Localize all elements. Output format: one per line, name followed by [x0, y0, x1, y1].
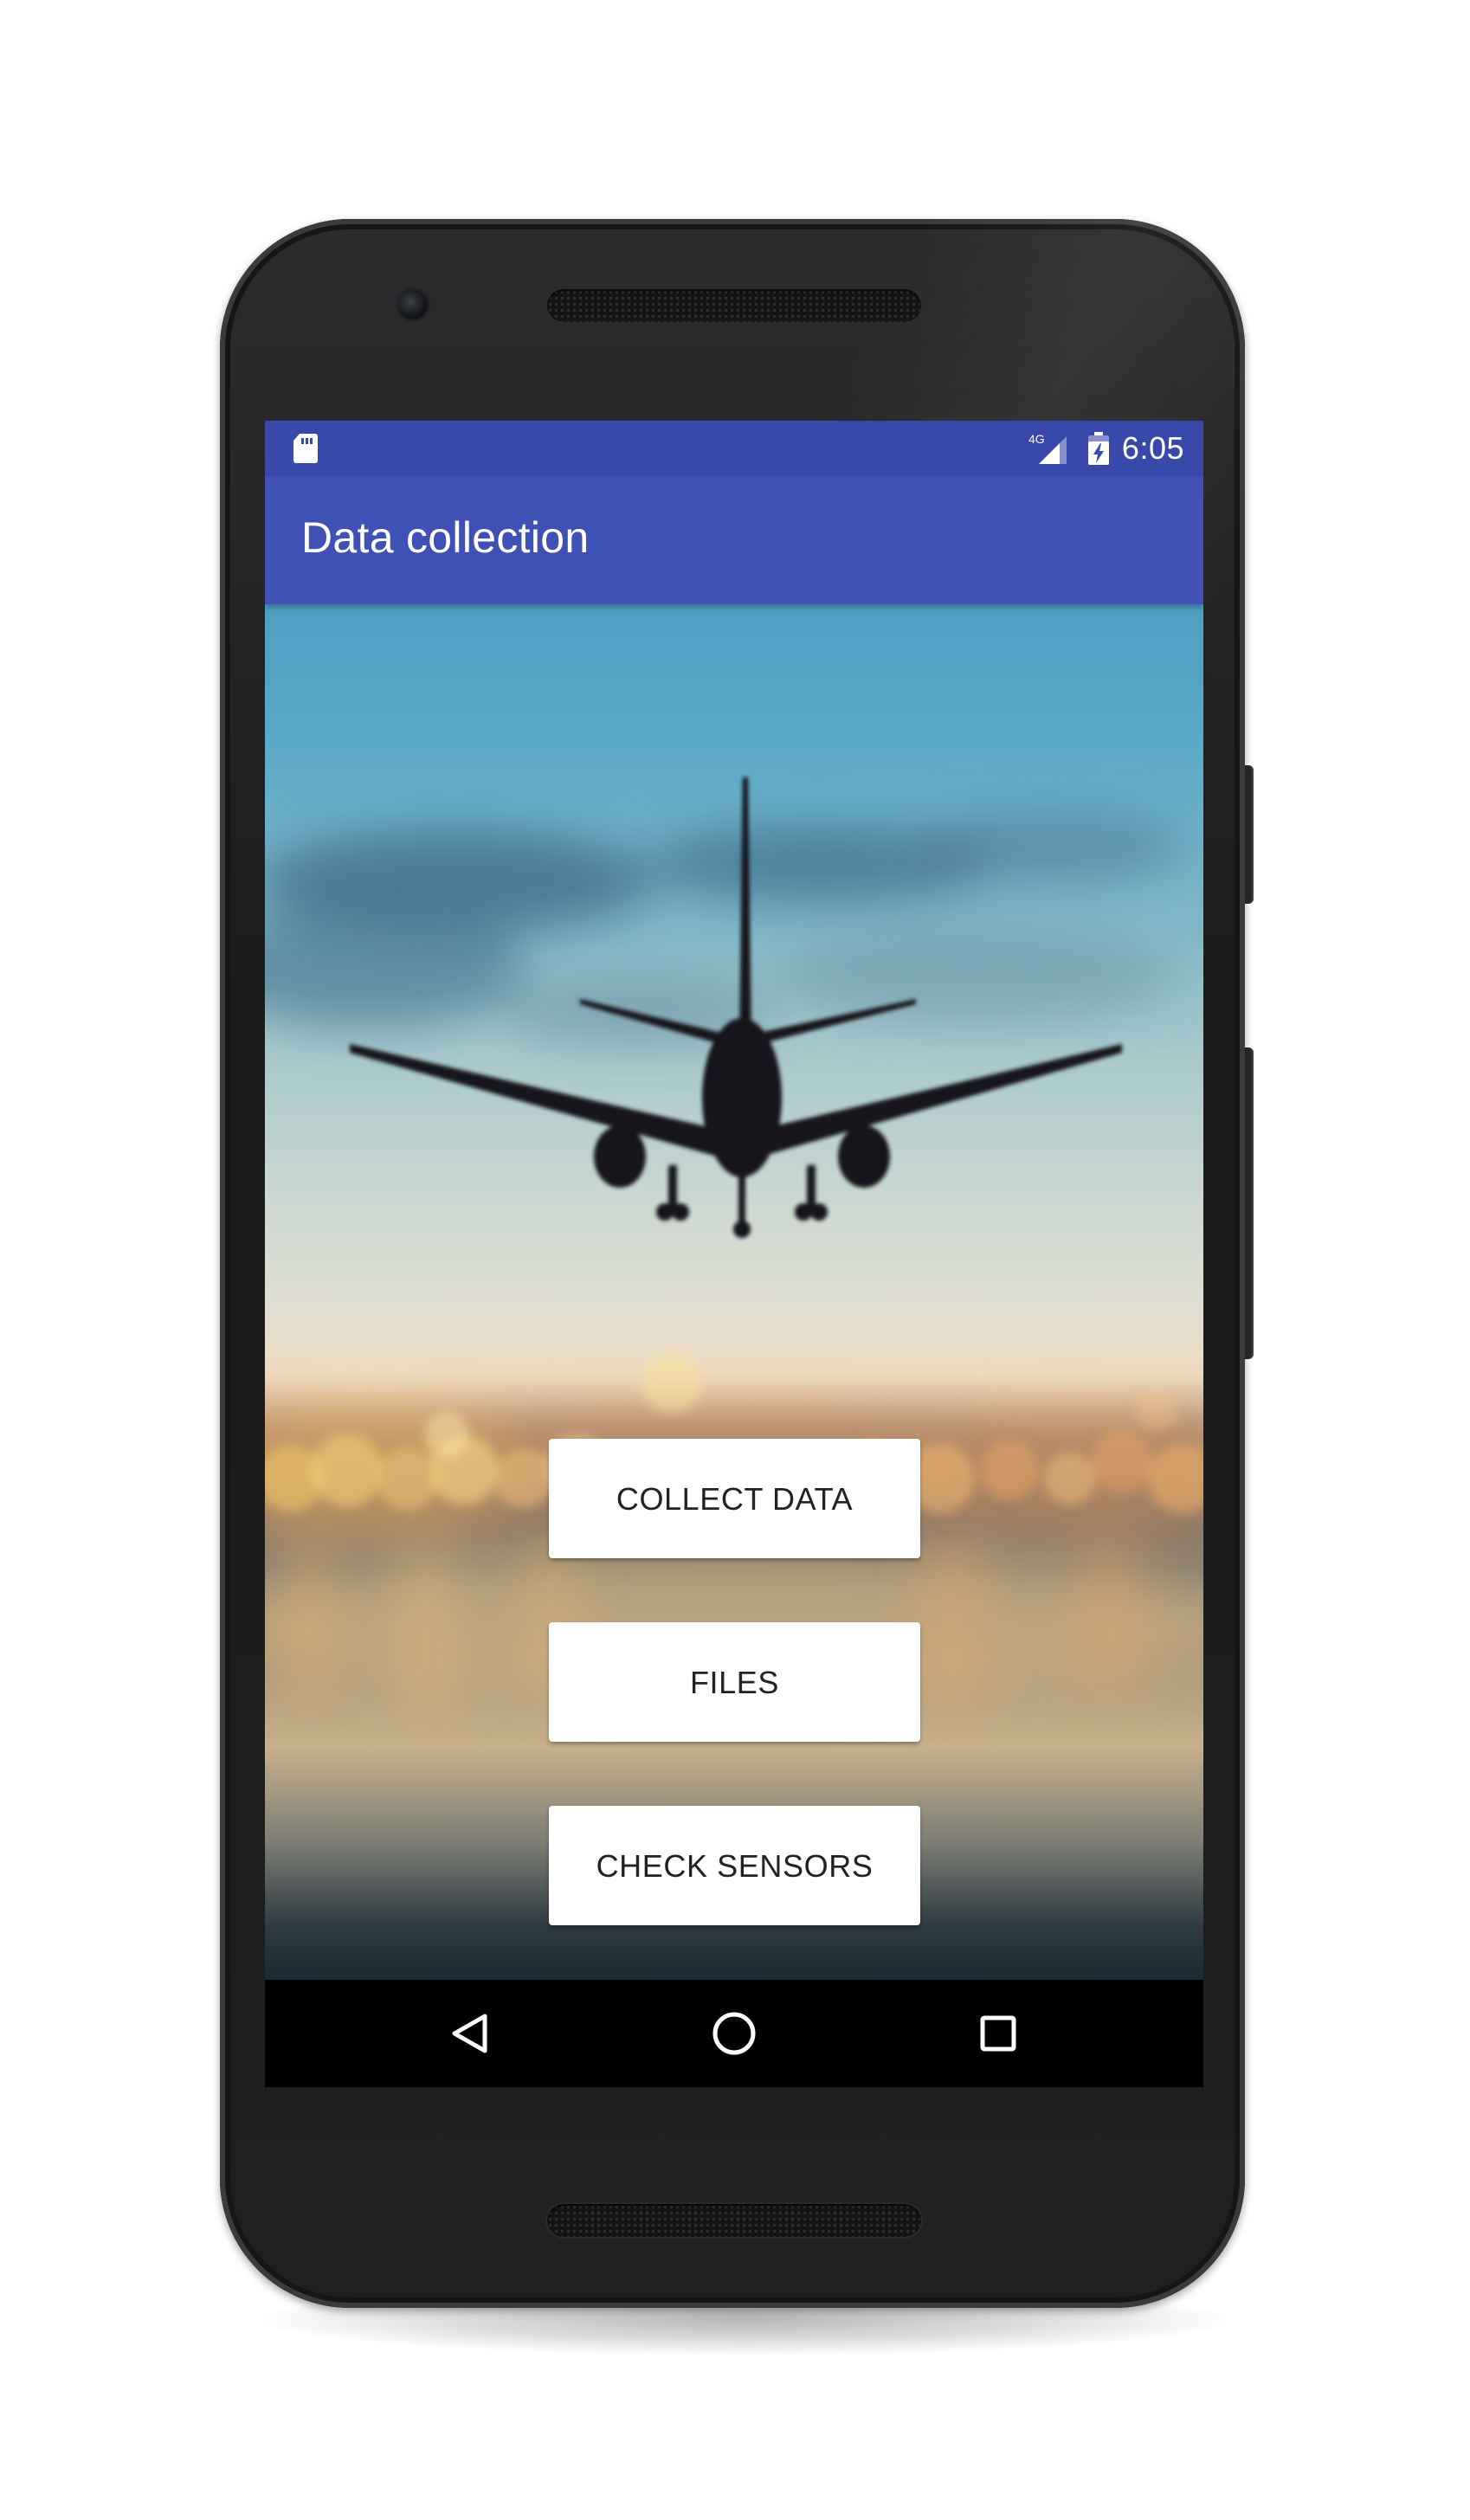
status-clock: 6:05: [1121, 430, 1184, 466]
battery-charging-icon: [1087, 432, 1109, 465]
recents-button[interactable]: [964, 1999, 1033, 2068]
background-photo: [265, 777, 1203, 1712]
back-triangle-icon: [452, 2014, 487, 2053]
app-title: Data collection: [301, 513, 590, 562]
status-bar: 4G 6:05: [265, 421, 1203, 476]
bottom-speaker: [547, 2204, 921, 2237]
device-stage: 4G 6:05 Data collection COLLECT DATA FIL…: [0, 0, 1470, 2520]
phone-screen: 4G 6:05 Data collection COLLECT DATA FIL…: [265, 421, 1203, 2087]
home-circle-icon: [712, 2012, 756, 2055]
navigation-bar: [265, 1980, 1203, 2087]
files-button[interactable]: FILES: [549, 1622, 920, 1742]
main-content: COLLECT DATA FILES CHECK SENSORS: [265, 604, 1203, 1980]
recents-square-icon: [980, 2015, 1016, 2052]
status-icons: 4G 6:05: [1028, 421, 1184, 476]
back-button[interactable]: [435, 1999, 505, 2068]
app-bar: Data collection: [265, 476, 1203, 604]
clouds: [265, 812, 1183, 1046]
front-camera: [398, 290, 428, 319]
earpiece-speaker: [547, 289, 921, 322]
collect-data-button[interactable]: COLLECT DATA: [549, 1439, 920, 1558]
home-button[interactable]: [700, 1999, 769, 2068]
sd-card-icon: [293, 434, 318, 463]
check-sensors-button[interactable]: CHECK SENSORS: [549, 1806, 920, 1925]
network-type-label: 4G: [1028, 432, 1045, 446]
signal-icon: 4G: [1028, 432, 1067, 464]
